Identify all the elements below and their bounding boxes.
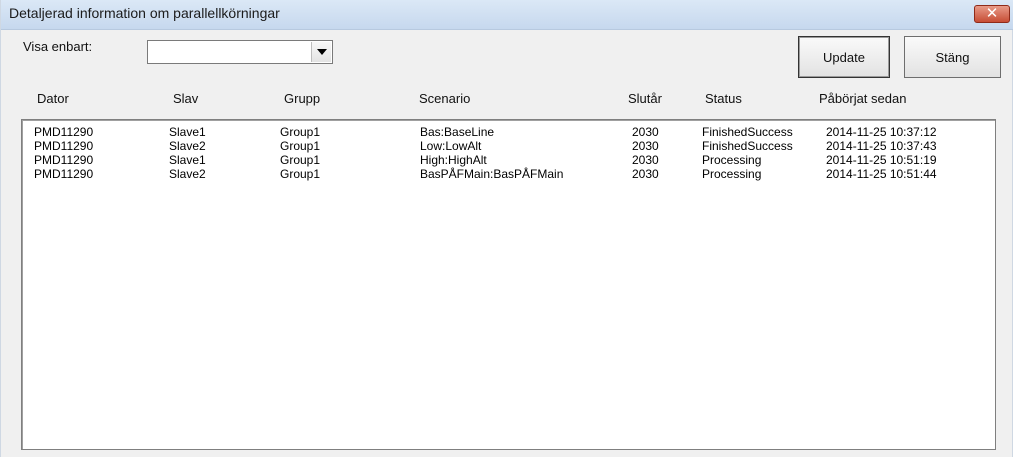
- cell-status: FinishedSuccess: [702, 125, 793, 139]
- cell-slav: Slave1: [169, 125, 206, 139]
- column-header-scenario: Scenario: [419, 91, 471, 106]
- table-row[interactable]: PMD11290 Slave2 Group1 Low:LowAlt 2030 F…: [22, 139, 995, 153]
- column-header-status: Status: [705, 91, 742, 106]
- column-header-slutar: Slutår: [628, 91, 662, 106]
- window-title: Detaljerad information om parallellkörni…: [9, 5, 280, 21]
- title-bar[interactable]: Detaljerad information om parallellkörni…: [1, 0, 1013, 30]
- table-row[interactable]: PMD11290 Slave1 Group1 High:HighAlt 2030…: [22, 153, 995, 167]
- cell-scenario: Bas:BaseLine: [420, 125, 495, 139]
- cell-grupp: Group1: [280, 125, 321, 139]
- runs-list[interactable]: PMD11290 Slave1 Group1 Bas:BaseLine 2030…: [21, 119, 996, 450]
- cell-dator: PMD11290: [34, 139, 94, 153]
- cell-grupp: Group1: [280, 153, 321, 167]
- cell-grupp: Group1: [280, 167, 321, 181]
- cell-status: FinishedSuccess: [702, 139, 793, 153]
- chevron-down-icon[interactable]: [311, 42, 331, 62]
- column-header-started: Påbörjat sedan: [819, 91, 907, 106]
- cell-started: 2014-11-25 10:37:43: [826, 139, 937, 153]
- cell-status: Processing: [702, 153, 762, 167]
- column-header-slav: Slav: [173, 91, 199, 106]
- cell-scenario: High:HighAlt: [420, 153, 487, 167]
- table-row[interactable]: PMD11290 Slave2 Group1 BasPÅFMain:BasPÅF…: [22, 167, 995, 181]
- cell-dator: PMD11290: [34, 153, 94, 167]
- filter-label: Visa enbart:: [23, 39, 93, 54]
- cell-slutar: 2030: [632, 153, 659, 167]
- cell-dator: PMD11290: [34, 125, 94, 139]
- cell-started: 2014-11-25 10:51:44: [826, 167, 937, 181]
- cell-slutar: 2030: [632, 125, 659, 139]
- cell-started: 2014-11-25 10:37:12: [826, 125, 937, 139]
- table-row[interactable]: PMD11290 Slave1 Group1 Bas:BaseLine 2030…: [22, 125, 995, 139]
- update-button[interactable]: Update: [798, 36, 890, 78]
- window-close-button[interactable]: ✕: [974, 4, 1010, 23]
- cell-scenario: BasPÅFMain:BasPÅFMain: [420, 167, 564, 181]
- cell-slav: Slave2: [169, 167, 206, 181]
- cell-slutar: 2030: [632, 167, 659, 181]
- cell-grupp: Group1: [280, 139, 321, 153]
- cell-dator: PMD11290: [34, 167, 94, 181]
- cell-started: 2014-11-25 10:51:19: [826, 153, 937, 167]
- cell-slav: Slave1: [169, 153, 206, 167]
- cell-slav: Slave2: [169, 139, 206, 153]
- dialog-window: Detaljerad information om parallellkörni…: [0, 0, 1013, 457]
- close-icon: ✕: [985, 4, 999, 22]
- filter-combobox[interactable]: [147, 40, 333, 64]
- cell-status: Processing: [702, 167, 762, 181]
- close-button[interactable]: Stäng: [904, 36, 1001, 78]
- column-header-grupp: Grupp: [284, 91, 321, 106]
- cell-slutar: 2030: [632, 139, 659, 153]
- cell-scenario: Low:LowAlt: [420, 139, 482, 153]
- column-header-dator: Dator: [37, 91, 69, 106]
